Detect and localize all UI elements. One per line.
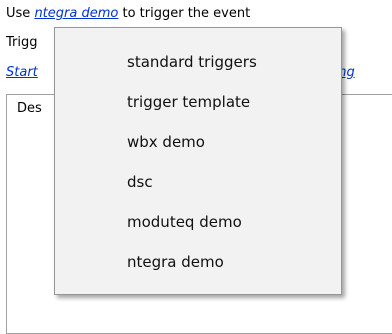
trigger-event-label: to trigger the event bbox=[122, 6, 251, 21]
trigger-source-dropdown-menu: standard triggers trigger template wbx d… bbox=[54, 27, 342, 295]
trigger-source-link[interactable]: ntegra demo bbox=[34, 6, 118, 21]
trigger-source-sentence: Use ntegra demo to trigger the event bbox=[6, 4, 250, 24]
trigger-line: Trigg bbox=[6, 33, 38, 53]
menu-item-standard-triggers[interactable]: standard triggers bbox=[55, 47, 341, 77]
start-link[interactable]: Start bbox=[6, 65, 38, 80]
menu-item-wbx-demo[interactable]: wbx demo bbox=[55, 127, 341, 157]
use-label: Use bbox=[6, 6, 31, 21]
menu-item-dsc[interactable]: dsc bbox=[55, 167, 341, 197]
action-line: Start wing bbox=[6, 63, 355, 83]
trigger-label: Trigg bbox=[6, 35, 38, 50]
menu-item-moduteq-demo[interactable]: moduteq demo bbox=[55, 207, 341, 237]
menu-item-trigger-template[interactable]: trigger template bbox=[55, 87, 341, 117]
menu-item-ntegra-demo[interactable]: ntegra demo bbox=[55, 247, 341, 277]
description-label: Des bbox=[17, 101, 42, 116]
